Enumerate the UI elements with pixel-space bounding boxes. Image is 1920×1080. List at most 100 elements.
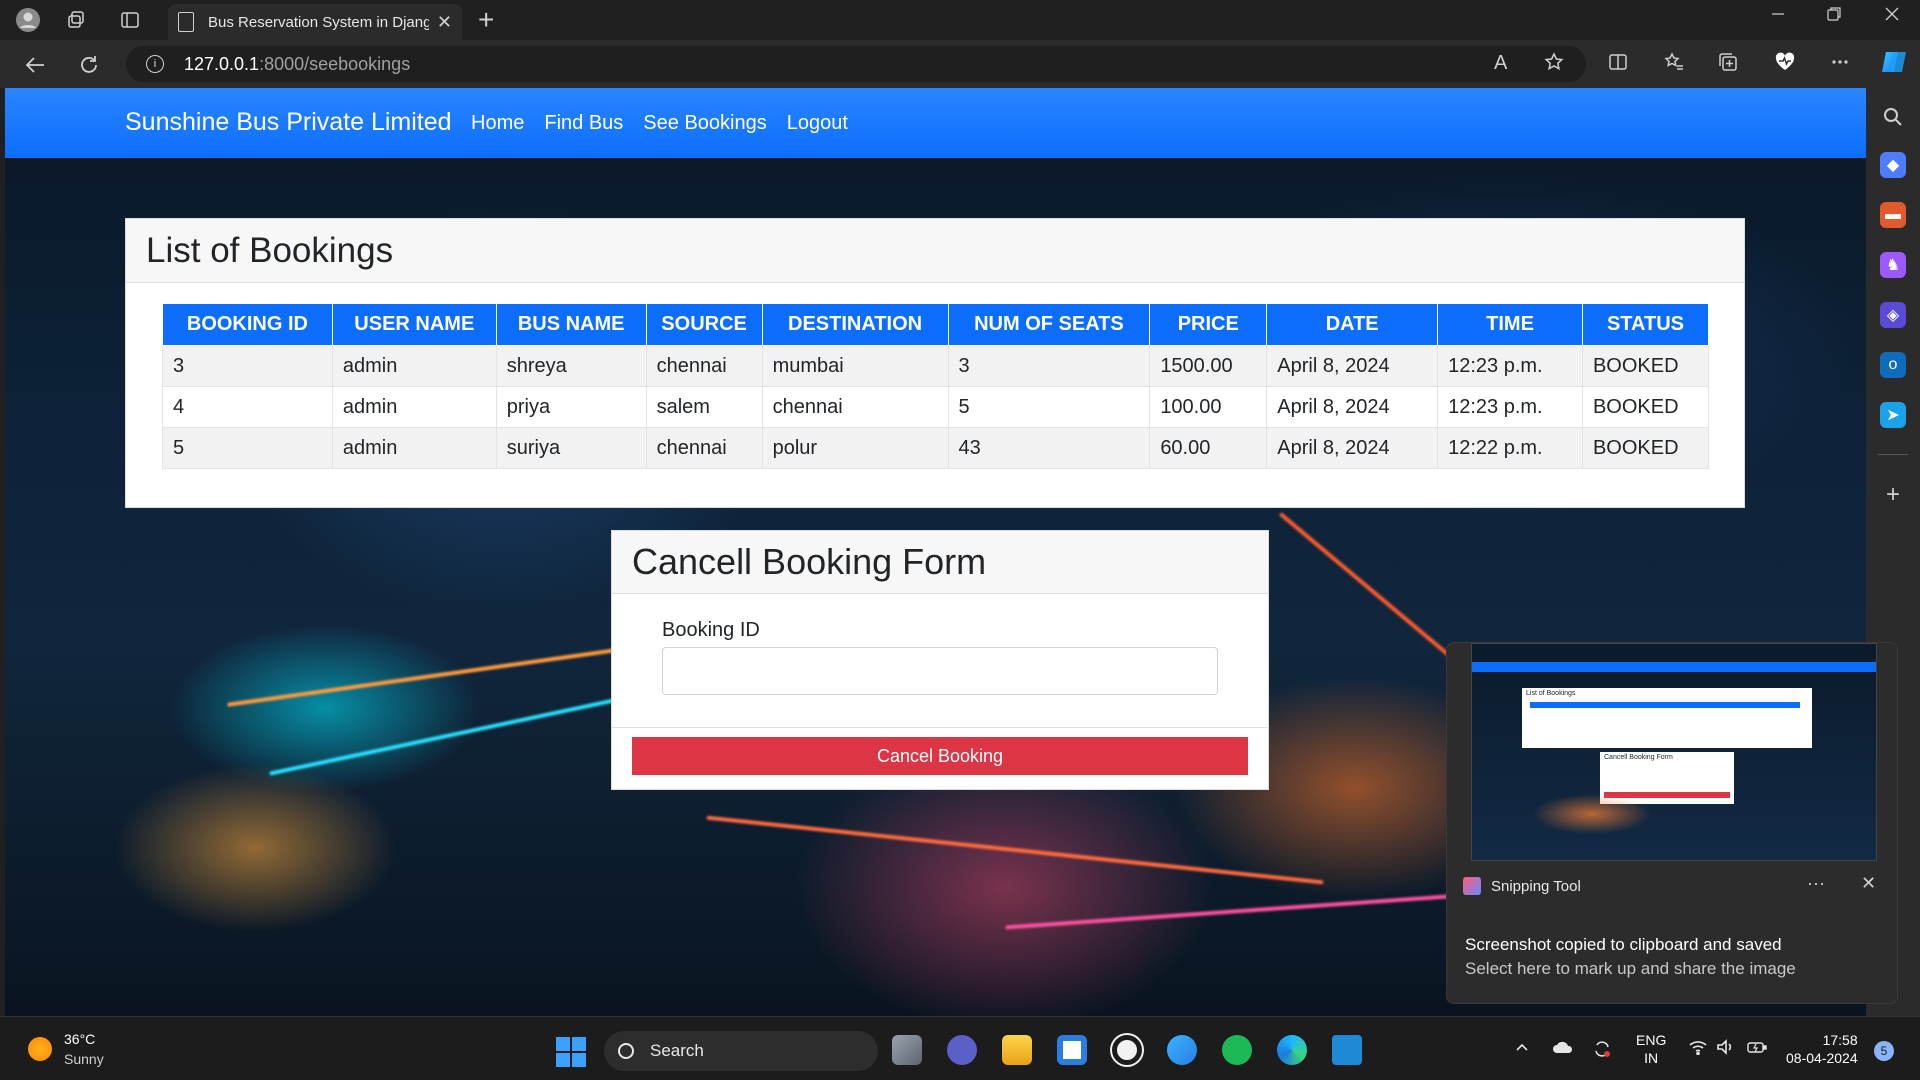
booking-id-input[interactable] [662,647,1218,695]
bookings-heading: List of Bookings [126,219,1744,283]
more-options-icon[interactable] [1830,52,1850,78]
close-tab-icon[interactable]: ✕ [437,12,452,33]
tab-title: Bus Reservation System in Djang [208,13,429,31]
thumbnail-bookings-title: List of Bookings [1526,690,1576,697]
table-header-row: BOOKING ID USER NAME BUS NAME SOURCE DES… [162,303,1710,346]
browser-tab[interactable]: Bus Reservation System in Djang ✕ [168,4,462,40]
cell-time: 12:22 p.m. [1437,427,1583,469]
spotify-icon[interactable] [1222,1035,1252,1065]
workspaces-icon[interactable] [62,6,90,34]
site-info-icon[interactable]: i [146,55,164,73]
column-header: BOOKING ID [162,303,333,346]
profile-icon[interactable] [14,6,42,34]
sidebar-shopping-icon[interactable]: ◆ [1880,152,1906,178]
weather-temperature[interactable]: 36°C [64,1031,95,1047]
sidebar-games-icon[interactable]: ♞ [1880,252,1906,278]
sync-icon[interactable] [1592,1039,1612,1064]
toast-close-icon[interactable]: ✕ [1861,873,1876,894]
thumbnail-table-header [1530,702,1800,708]
cell-time: 12:23 p.m. [1437,386,1583,428]
new-tab-button[interactable]: + [478,4,494,36]
system-clock[interactable]: 17:58 08-04-2024 [1786,1031,1858,1067]
tab-actions-icon[interactable] [116,6,144,34]
volume-icon[interactable] [1716,1039,1736,1060]
column-header: PRICE [1149,303,1268,346]
github-icon[interactable] [1112,1035,1142,1065]
cancel-form-heading: Cancell Booking Form [612,531,1268,594]
cell-bus-name: shreya [495,345,647,387]
copilot-icon[interactable] [1880,48,1908,82]
sidebar-add-icon[interactable]: + [1880,481,1906,508]
sidebar-copilot-icon[interactable]: ◈ [1880,302,1906,328]
column-header: TIME [1437,303,1583,346]
nav-link-see-bookings[interactable]: See Bookings [643,112,766,135]
snipping-tool-notification[interactable]: List of Bookings Cancell Booking Form Sn… [1446,642,1898,1004]
language-indicator[interactable]: ENG IN [1636,1031,1666,1067]
sun-icon[interactable] [28,1037,52,1061]
vscode-icon[interactable] [1332,1035,1362,1065]
cell-source: chennai [645,427,763,469]
thumbnail-glow [1532,794,1652,834]
clock-time: 17:58 [1822,1032,1858,1048]
python-icon[interactable] [1167,1035,1197,1065]
column-header: DESTINATION [761,303,949,346]
windows-taskbar: 36°C Sunny Search ENG IN 17:58 08-04-202… [0,1016,1920,1080]
back-icon[interactable] [20,50,50,80]
cell-num-seats: 5 [947,386,1151,428]
cell-booking-id: 5 [162,427,333,469]
nav-link-home[interactable]: Home [471,112,524,135]
restore-icon[interactable] [1826,6,1842,27]
column-header: DATE [1266,303,1439,346]
site-brand[interactable]: Sunshine Bus Private Limited [125,108,452,137]
wifi-icon[interactable] [1688,1039,1708,1060]
url-field[interactable]: i 127.0.0.1 :8000/seebookings [126,46,1586,82]
column-header: SOURCE [645,303,763,346]
teams-icon[interactable] [947,1035,977,1065]
microsoft-store-icon[interactable] [1057,1035,1087,1065]
screenshot-thumbnail[interactable]: List of Bookings Cancell Booking Form [1471,643,1877,861]
sidebar-telegram-icon[interactable]: ➤ [1880,402,1906,428]
split-screen-icon[interactable] [1608,52,1628,78]
toast-more-icon[interactable]: ··· [1807,873,1825,894]
show-hidden-icons-icon[interactable] [1514,1039,1530,1060]
sidebar-search-icon[interactable] [1880,104,1906,130]
close-window-icon[interactable] [1884,6,1900,27]
sidebar-tools-icon[interactable]: ▬ [1880,202,1906,228]
thumbnail-cancel-title: Cancell Booking Form [1604,754,1673,761]
favorites-icon[interactable] [1664,52,1684,78]
edge-icon[interactable] [1277,1035,1307,1065]
notification-badge[interactable]: 5 [1874,1041,1894,1061]
background-light-streak [1005,890,1505,930]
read-aloud-icon[interactable]: A [1494,52,1507,75]
task-view-icon[interactable] [892,1035,922,1065]
minimize-icon[interactable] [1770,6,1786,27]
cell-bus-name: priya [495,386,647,428]
cell-bus-name: suriya [495,427,647,469]
refresh-icon[interactable] [74,50,104,80]
cancel-booking-card: Cancell Booking Form Booking ID Cancel B… [611,530,1269,790]
toast-title: Screenshot copied to clipboard and saved [1465,935,1782,954]
collections-icon[interactable] [1718,52,1738,78]
cell-user-name: admin [331,427,497,469]
onedrive-icon[interactable] [1552,1039,1574,1060]
cancel-booking-button[interactable]: Cancel Booking [632,737,1248,775]
cell-status: BOOKED [1581,345,1710,387]
favorite-star-icon[interactable] [1544,52,1564,78]
file-explorer-icon[interactable] [1002,1035,1032,1065]
background-light-streak [706,815,1324,885]
nav-link-logout[interactable]: Logout [787,112,848,135]
toast-message: Select here to mark up and share the ima… [1465,959,1796,978]
taskbar-search[interactable]: Search [604,1031,878,1071]
battery-icon[interactable] [1746,1039,1768,1060]
windows-start-icon[interactable] [556,1037,586,1067]
weather-condition[interactable]: Sunny [64,1051,104,1067]
nav-link-find-bus[interactable]: Find Bus [544,112,623,135]
browser-essentials-icon[interactable] [1774,52,1796,78]
sidebar-outlook-icon[interactable]: o [1880,352,1906,378]
thumbnail-bookings-card: List of Bookings [1522,688,1812,748]
cell-user-name: admin [331,386,497,428]
column-header: USER NAME [331,303,497,346]
search-icon [618,1043,634,1059]
cell-date: April 8, 2024 [1266,427,1439,469]
page-document-icon [178,12,194,32]
